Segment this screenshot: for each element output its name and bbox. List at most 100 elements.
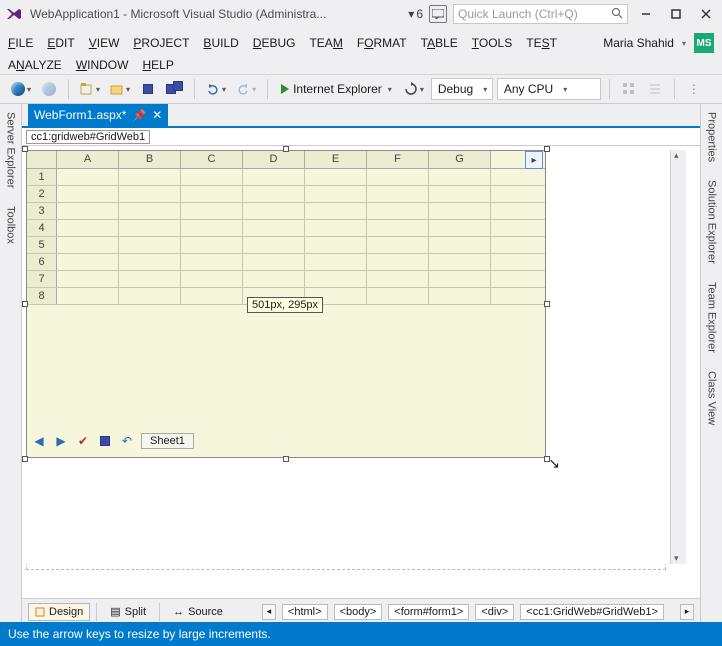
feedback-icon[interactable] xyxy=(429,5,447,23)
breadcrumb-item[interactable]: <html> xyxy=(282,604,328,620)
grid-cell[interactable] xyxy=(305,220,367,236)
maximize-button[interactable] xyxy=(664,3,688,25)
undo-grid-icon[interactable]: ↶ xyxy=(119,433,135,449)
grid-cell[interactable] xyxy=(119,220,181,236)
toolbox-tab[interactable]: Toolbox xyxy=(5,202,17,248)
grid-cell[interactable] xyxy=(57,203,119,219)
grid-cell[interactable] xyxy=(429,220,491,236)
team-explorer-tab[interactable]: Team Explorer xyxy=(706,278,718,357)
split-view-button[interactable]: ▤ Split xyxy=(103,602,153,621)
close-button[interactable] xyxy=(694,3,718,25)
row-head[interactable]: 6 xyxy=(27,254,57,270)
undo-button[interactable] xyxy=(203,78,229,100)
grid-corner[interactable] xyxy=(27,151,57,168)
row-head[interactable]: 7 xyxy=(27,271,57,287)
save-button[interactable] xyxy=(137,78,159,100)
grid-cell[interactable] xyxy=(367,237,429,253)
platform-combo[interactable]: Any CPU xyxy=(497,78,601,100)
server-explorer-tab[interactable]: Server Explorer xyxy=(5,108,17,192)
close-tab-icon[interactable]: ✕ xyxy=(152,108,162,122)
grid-cell[interactable] xyxy=(119,203,181,219)
grid-cell[interactable] xyxy=(181,203,243,219)
grid-cell[interactable] xyxy=(119,271,181,287)
col-head[interactable]: B xyxy=(119,151,181,168)
grid-cell[interactable] xyxy=(181,271,243,287)
grid-cell[interactable] xyxy=(243,220,305,236)
scroll-right-icon[interactable]: ▸ xyxy=(525,151,543,169)
grid-cell[interactable] xyxy=(243,203,305,219)
grid-cell[interactable] xyxy=(429,186,491,202)
grid-cell[interactable] xyxy=(243,169,305,185)
row-head[interactable]: 8 xyxy=(27,288,57,304)
grid-cell[interactable] xyxy=(429,203,491,219)
grid-cell[interactable] xyxy=(57,220,119,236)
grid-cell[interactable] xyxy=(429,271,491,287)
grid-cell[interactable] xyxy=(367,186,429,202)
open-button[interactable] xyxy=(107,78,133,100)
nav-forward-button[interactable] xyxy=(38,78,60,100)
design-view-button[interactable]: Design xyxy=(28,603,90,621)
grid-cell[interactable] xyxy=(305,203,367,219)
nav-back-button[interactable] xyxy=(8,78,34,100)
grid-cell[interactable] xyxy=(429,169,491,185)
document-tab[interactable]: WebForm1.aspx* 📌 ✕ xyxy=(28,104,168,126)
align-lines-icon[interactable] xyxy=(644,78,666,100)
align-grid-icon[interactable] xyxy=(618,78,640,100)
menu-edit[interactable]: EDIT xyxy=(47,36,74,50)
config-combo[interactable]: Debug xyxy=(431,78,493,100)
col-head[interactable]: G xyxy=(429,151,491,168)
grid-cell[interactable] xyxy=(181,288,243,304)
grid-cell[interactable] xyxy=(243,186,305,202)
menu-tools[interactable]: TOOLS xyxy=(472,36,512,50)
gridweb-control[interactable]: A B C D E F G ▸ 12345678 501px, 295px xyxy=(26,150,546,458)
row-head[interactable]: 5 xyxy=(27,237,57,253)
grid-cell[interactable] xyxy=(181,220,243,236)
grid-cell[interactable] xyxy=(367,271,429,287)
toolbar-overflow-icon[interactable]: ⋮ xyxy=(683,78,705,100)
grid-cell[interactable] xyxy=(57,271,119,287)
grid-cell[interactable] xyxy=(367,169,429,185)
save-all-button[interactable] xyxy=(163,78,186,100)
breadcrumb-item[interactable]: <cc1:GridWeb#GridWeb1> xyxy=(520,604,664,620)
row-head[interactable]: 1 xyxy=(27,169,57,185)
col-head[interactable]: A xyxy=(57,151,119,168)
menu-analyze[interactable]: ANALYZE xyxy=(8,58,62,72)
col-head[interactable]: E xyxy=(305,151,367,168)
grid-cell[interactable] xyxy=(57,169,119,185)
row-head[interactable]: 4 xyxy=(27,220,57,236)
menu-format[interactable]: FORMAT xyxy=(357,36,407,50)
source-view-button[interactable]: ↔ Source xyxy=(166,603,230,621)
grid-cell[interactable] xyxy=(181,186,243,202)
minimize-button[interactable] xyxy=(634,3,658,25)
grid-cell[interactable] xyxy=(181,254,243,270)
sheet-tab[interactable]: Sheet1 xyxy=(141,433,194,449)
row-head[interactable]: 3 xyxy=(27,203,57,219)
breadcrumb-item[interactable]: <div> xyxy=(475,604,514,620)
menu-view[interactable]: VIEW xyxy=(89,36,120,50)
solution-explorer-tab[interactable]: Solution Explorer xyxy=(706,176,718,268)
col-head[interactable]: D xyxy=(243,151,305,168)
browser-refresh-button[interactable] xyxy=(401,78,427,100)
notifications-flag[interactable]: ▾6 xyxy=(408,7,423,21)
grid-cell[interactable] xyxy=(57,186,119,202)
redo-button[interactable] xyxy=(233,78,259,100)
col-head[interactable]: F xyxy=(367,151,429,168)
class-view-tab[interactable]: Class View xyxy=(706,367,718,429)
row-head[interactable]: 2 xyxy=(27,186,57,202)
grid-cell[interactable] xyxy=(305,186,367,202)
properties-tab[interactable]: Properties xyxy=(706,108,718,166)
menu-file[interactable]: FILE xyxy=(8,36,33,50)
breadcrumb-left-icon[interactable]: ◂ xyxy=(262,604,276,620)
grid-cell[interactable] xyxy=(57,254,119,270)
grid-cell[interactable] xyxy=(243,237,305,253)
commit-icon[interactable]: ✔ xyxy=(75,433,91,449)
element-selector[interactable]: cc1:gridweb#GridWeb1 xyxy=(26,130,150,144)
designer-surface[interactable]: cc1:gridweb#GridWeb1 A B C D E F xyxy=(22,128,700,598)
grid-cell[interactable] xyxy=(119,237,181,253)
grid-cell[interactable] xyxy=(367,254,429,270)
new-project-button[interactable] xyxy=(77,78,103,100)
save-grid-icon[interactable] xyxy=(97,433,113,449)
menu-team[interactable]: TEAM xyxy=(309,36,342,50)
grid-cell[interactable] xyxy=(243,271,305,287)
menu-help[interactable]: HELP xyxy=(142,58,173,72)
